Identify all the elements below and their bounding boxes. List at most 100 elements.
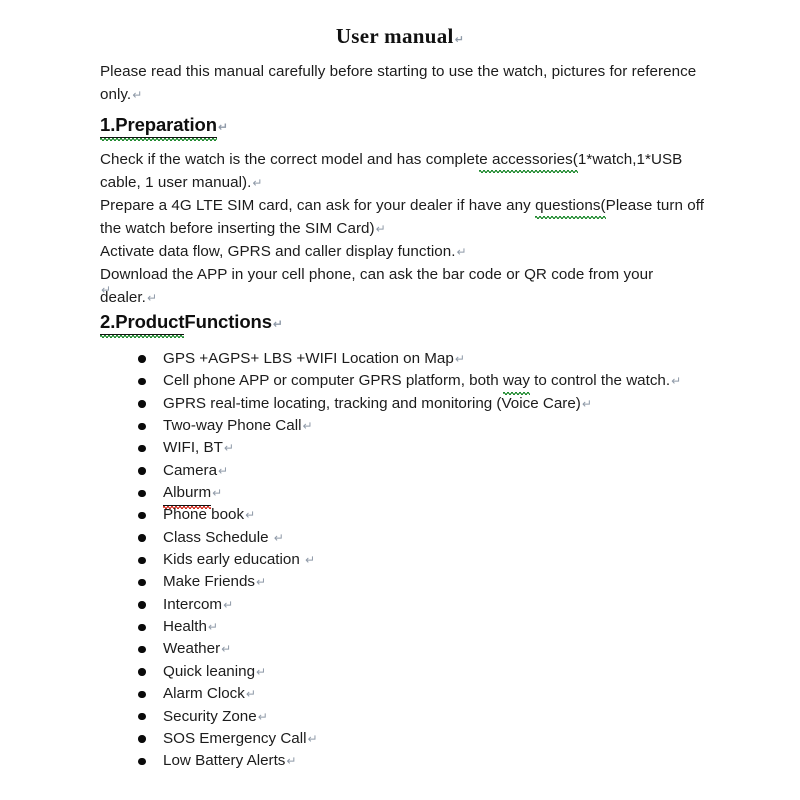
section-1-heading-text: 1.Preparation <box>100 114 217 141</box>
bullet-icon <box>138 645 146 654</box>
list-item: Quick leaning↵ <box>100 661 706 683</box>
list-item-label: Low Battery Alerts <box>163 752 286 770</box>
paragraph-mark-icon: ↵ <box>305 553 316 568</box>
list-item-label: GPRS real-time locating, tracking and mo… <box>163 394 581 412</box>
intro-line-1: Please read this manual carefully before… <box>100 63 697 80</box>
list-item-label: Weather <box>163 640 221 658</box>
paragraph-mark-icon: ↵ <box>307 731 318 746</box>
page-title: User manual↵ <box>100 24 700 49</box>
product-functions-list: GPS +AGPS+ LBS +WIFI Location on Map↵ Ce… <box>100 348 706 773</box>
list-item: Low Battery Alerts↵ <box>100 750 706 772</box>
prep-p1-line2: cable, 1 user manual). <box>100 174 252 191</box>
prep-p2-post: Please turn off <box>605 197 705 214</box>
list-item-label: Camera <box>163 461 218 479</box>
list-item: Phone book↵ <box>100 504 706 526</box>
list-item-label: Intercom <box>163 595 223 613</box>
bullet-icon <box>138 623 146 632</box>
prep-p1-flagged: e accessories( <box>479 148 578 173</box>
intro-paragraph: Please read this manual carefully before… <box>100 60 706 107</box>
list-item-label: Alarm Clock <box>163 685 245 703</box>
paragraph-mark-icon: ↵ <box>146 291 158 305</box>
paragraph-mark-icon: ↵ <box>581 396 592 411</box>
list-item-label: WIFI, BT <box>163 439 223 457</box>
document-page: User manual↵ Please read this manual car… <box>0 0 800 800</box>
list-item-label: SOS Emergency Call <box>163 729 307 747</box>
paragraph-mark-icon: ↵ <box>221 642 232 657</box>
bullet-icon <box>138 556 146 565</box>
intro-line-2: only. <box>100 86 132 103</box>
list-item-label-misspelled: Alburm <box>163 482 212 510</box>
preparation-paragraph-3: Activate data flow, GPRS and caller disp… <box>100 240 706 264</box>
prep-p2-line2: the watch before inserting the SIM Card) <box>100 220 375 237</box>
list-item: Health↵ <box>100 616 706 638</box>
bullet-icon <box>138 712 146 721</box>
bullet-icon <box>138 400 146 408</box>
paragraph-mark-icon: ↵ <box>256 575 267 590</box>
empty-line-paragraph-mark-icon: ↵ <box>101 283 112 297</box>
list-item-label: Kids early education <box>163 551 304 569</box>
paragraph-mark-icon: ↵ <box>212 486 223 501</box>
paragraph-mark-icon: ↵ <box>256 664 267 679</box>
bullet-icon <box>138 668 146 676</box>
prep-p2-pre: Prepare a 4G LTE SIM card, can ask for y… <box>100 197 536 214</box>
paragraph-mark-icon: ↵ <box>302 419 313 434</box>
list-item-label: GPS +AGPS+ LBS +WIFI Location on Map <box>163 350 454 367</box>
bullet-icon <box>138 534 146 542</box>
list-item: GPS +AGPS+ LBS +WIFI Location on Map↵ <box>100 348 706 370</box>
bullet-icon <box>138 444 146 453</box>
paragraph-mark-icon: ↵ <box>245 508 256 523</box>
prep-p1-pre: Check if the watch is the correct model … <box>100 151 480 168</box>
list-item-flagged-word: way <box>502 370 530 396</box>
paragraph-mark-icon: ↵ <box>217 120 228 134</box>
preparation-paragraph-2: Prepare a 4G LTE SIM card, can ask for y… <box>100 194 706 241</box>
list-item-label: Class Schedule <box>163 528 273 546</box>
bullet-icon <box>138 422 146 431</box>
bullet-icon <box>138 377 146 386</box>
paragraph-mark-icon: ↵ <box>207 620 218 635</box>
list-item-label-pre: Cell phone APP or computer GPRS platform… <box>163 372 503 390</box>
bullet-icon <box>138 601 146 609</box>
list-item-label: Two-way Phone Call <box>163 417 302 435</box>
bullet-icon <box>138 690 146 699</box>
list-item: Alburm↵ <box>100 482 706 510</box>
page-title-text: User manual <box>335 24 454 48</box>
list-item-label: Health <box>163 618 207 636</box>
paragraph-mark-icon: ↵ <box>286 754 297 769</box>
list-item: Weather↵ <box>100 638 706 660</box>
prep-p3-text: Activate data flow, GPRS and caller disp… <box>100 243 456 260</box>
list-item: Class Schedule ↵ <box>100 527 706 549</box>
bullet-icon <box>138 467 146 475</box>
list-item: Alarm Clock↵ <box>100 683 706 705</box>
bullet-icon <box>138 355 146 363</box>
paragraph-mark-icon: ↵ <box>671 374 682 389</box>
list-item: SOS Emergency Call↵ <box>100 728 706 750</box>
list-item: Make Friends↵ <box>100 571 706 593</box>
bullet-icon <box>138 757 146 766</box>
paragraph-mark-icon: ↵ <box>245 687 256 702</box>
list-item-label: Security Zone <box>163 707 257 725</box>
list-item: Kids early education ↵ <box>100 549 706 571</box>
paragraph-mark-icon: ↵ <box>273 530 284 545</box>
paragraph-mark-icon: ↵ <box>132 88 143 102</box>
paragraph-mark-icon: ↵ <box>223 597 234 612</box>
paragraph-mark-icon: ↵ <box>375 222 386 236</box>
list-item: GPRS real-time locating, tracking and mo… <box>100 393 706 415</box>
list-item: Camera↵ <box>100 460 706 482</box>
section-heading-product-functions: 2.Product Functions↵ <box>100 311 283 338</box>
list-item: Security Zone↵ <box>100 706 706 728</box>
bullet-icon <box>138 489 146 498</box>
preparation-paragraph-1: Check if the watch is the correct model … <box>100 148 706 195</box>
paragraph-mark-icon: ↵ <box>454 33 465 46</box>
list-item: Cell phone APP or computer GPRS platform… <box>100 370 706 396</box>
list-item: Two-way Phone Call↵ <box>100 415 706 437</box>
list-item: Intercom↵ <box>100 594 706 616</box>
prep-p1-post: 1*watch,1*USB <box>577 151 683 168</box>
section-2-heading-underlined: 2.Product <box>100 311 185 338</box>
paragraph-mark-icon: ↵ <box>218 463 229 478</box>
section-2-heading-rest: Functions <box>184 311 272 332</box>
list-item-label: Phone book <box>163 506 245 524</box>
bullet-icon <box>138 735 146 743</box>
bullet-icon <box>138 578 146 587</box>
section-heading-preparation: 1.Preparation↵ <box>100 114 228 141</box>
paragraph-mark-icon: ↵ <box>272 317 283 331</box>
